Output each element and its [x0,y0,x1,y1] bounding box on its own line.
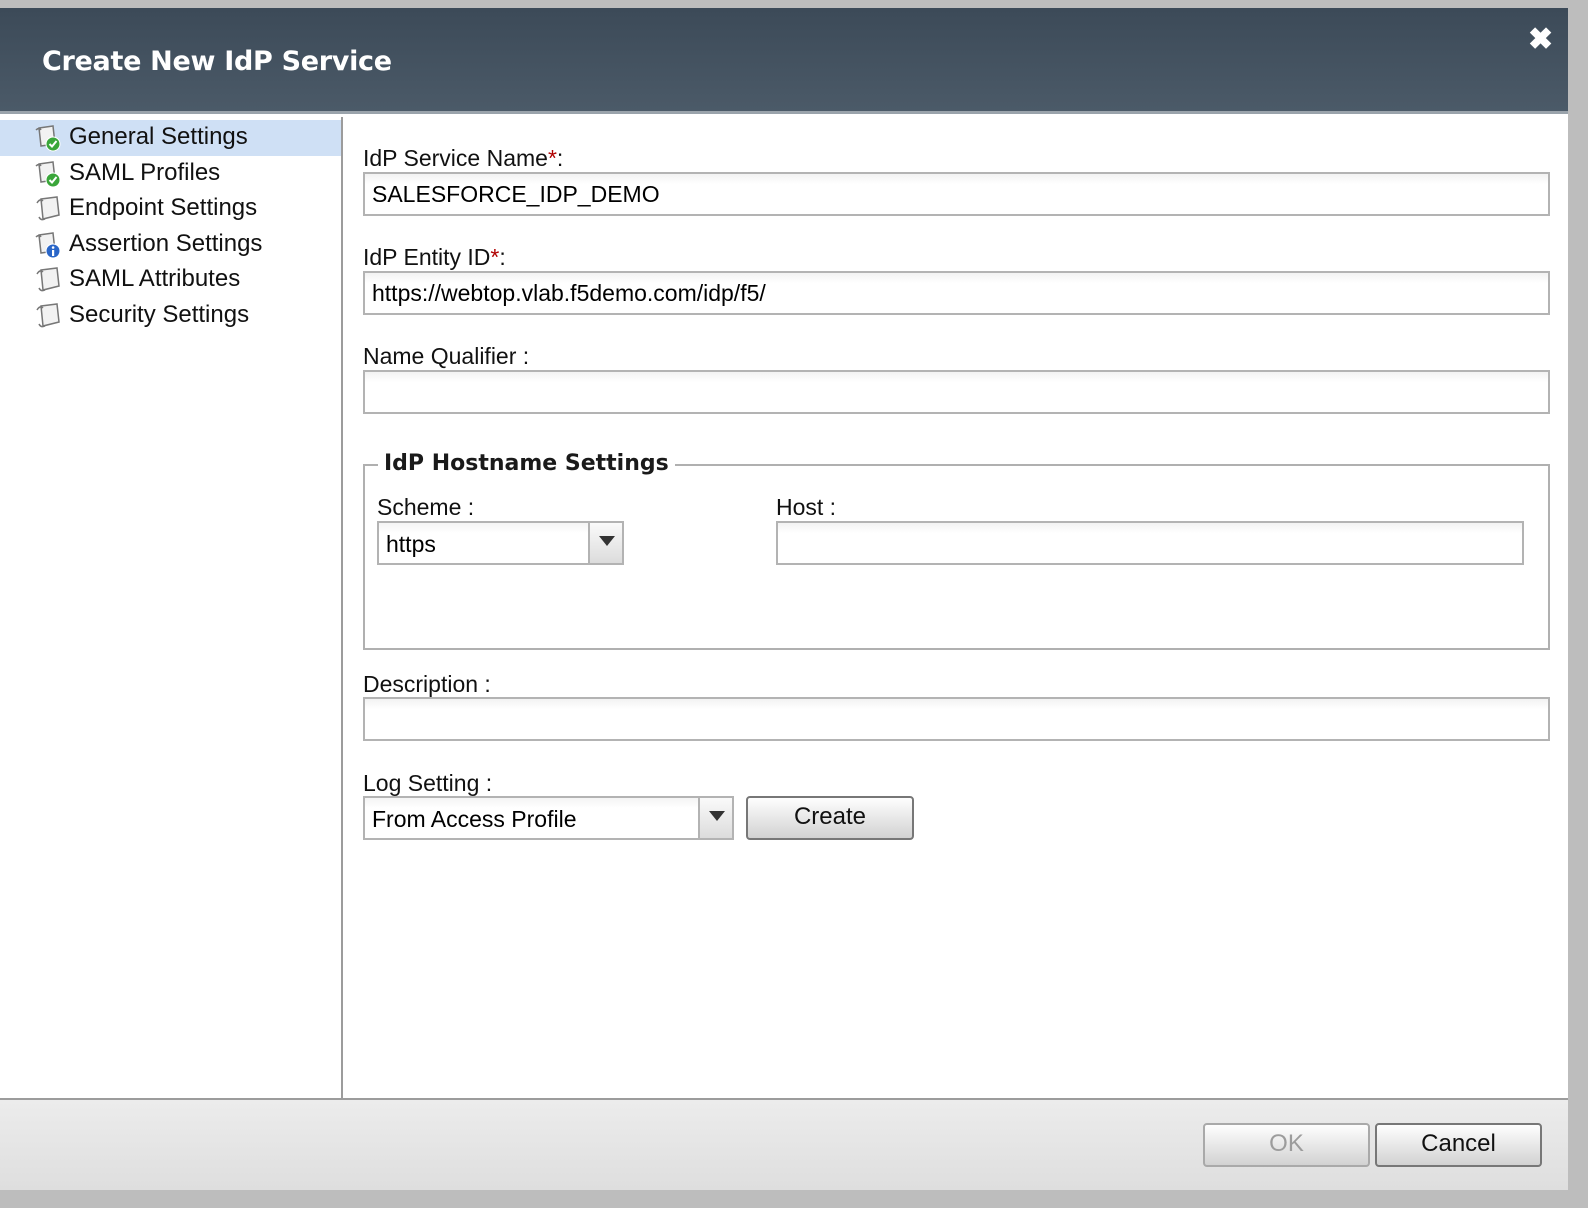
entity-id-input[interactable] [363,271,1550,315]
log-setting-label: Log Setting : [363,770,493,796]
create-idp-service-dialog: Create New IdP Service ✖ General Setting… [0,8,1568,1190]
sidebar-item-label: General Settings [69,123,248,150]
sidebar-item-label: SAML Profiles [69,159,221,186]
sidebar-item-endpoint-settings[interactable]: Endpoint Settings [0,191,341,227]
entity-id-label: IdP Entity ID*: [363,244,506,270]
log-setting-select[interactable]: From Access Profile [363,796,734,840]
chevron-down-icon[interactable] [588,523,622,563]
sidebar-item-assertion-settings[interactable]: Assertion Settings [0,227,341,263]
scheme-label: Scheme : [377,494,475,520]
host-label: Host : [776,494,837,520]
scheme-value: https [386,531,436,557]
create-log-setting-button[interactable]: Create [746,796,914,840]
hostname-settings-legend: IdP Hostname Settings [378,451,675,476]
doc-icon [36,267,60,292]
check-doc-icon [35,125,61,152]
sidebar-item-label: Endpoint Settings [69,194,258,221]
log-setting-value: From Access Profile [372,806,577,832]
sidebar-item-label: SAML Attributes [69,265,241,292]
scheme-select[interactable]: https [377,521,624,565]
service-name-label: IdP Service Name*: [363,145,564,171]
dialog-footer: OK Cancel [0,1098,1568,1190]
sidebar: General Settings SAML Profiles Endpoint … [0,117,343,1105]
doc-icon [36,303,60,328]
host-input[interactable] [776,521,1524,565]
info-doc-icon [35,232,61,259]
dialog-titlebar: Create New IdP Service ✖ [0,8,1568,114]
description-label: Description : [363,671,491,697]
sidebar-item-label: Assertion Settings [69,230,263,257]
check-doc-icon [35,161,61,188]
sidebar-item-label: Security Settings [69,301,250,328]
chevron-down-icon[interactable] [698,798,732,838]
service-name-input[interactable] [363,172,1550,216]
sidebar-item-general-settings[interactable]: General Settings [0,120,341,156]
general-settings-panel: IdP Service Name*: IdP Entity ID*: Name … [345,117,1568,1105]
description-input[interactable] [363,697,1550,741]
sidebar-item-saml-attributes[interactable]: SAML Attributes [0,262,341,298]
doc-icon [36,196,60,221]
sidebar-item-saml-profiles[interactable]: SAML Profiles [0,156,341,192]
close-icon[interactable]: ✖ [1528,25,1553,55]
cancel-button[interactable]: Cancel [1375,1123,1542,1167]
name-qualifier-input[interactable] [363,370,1550,414]
sidebar-item-security-settings[interactable]: Security Settings [0,298,341,334]
hostname-settings-group: IdP Hostname Settings Scheme : https Hos… [363,451,1550,650]
ok-button[interactable]: OK [1203,1123,1370,1167]
dialog-title: Create New IdP Service [42,46,392,77]
name-qualifier-label: Name Qualifier : [363,343,530,369]
